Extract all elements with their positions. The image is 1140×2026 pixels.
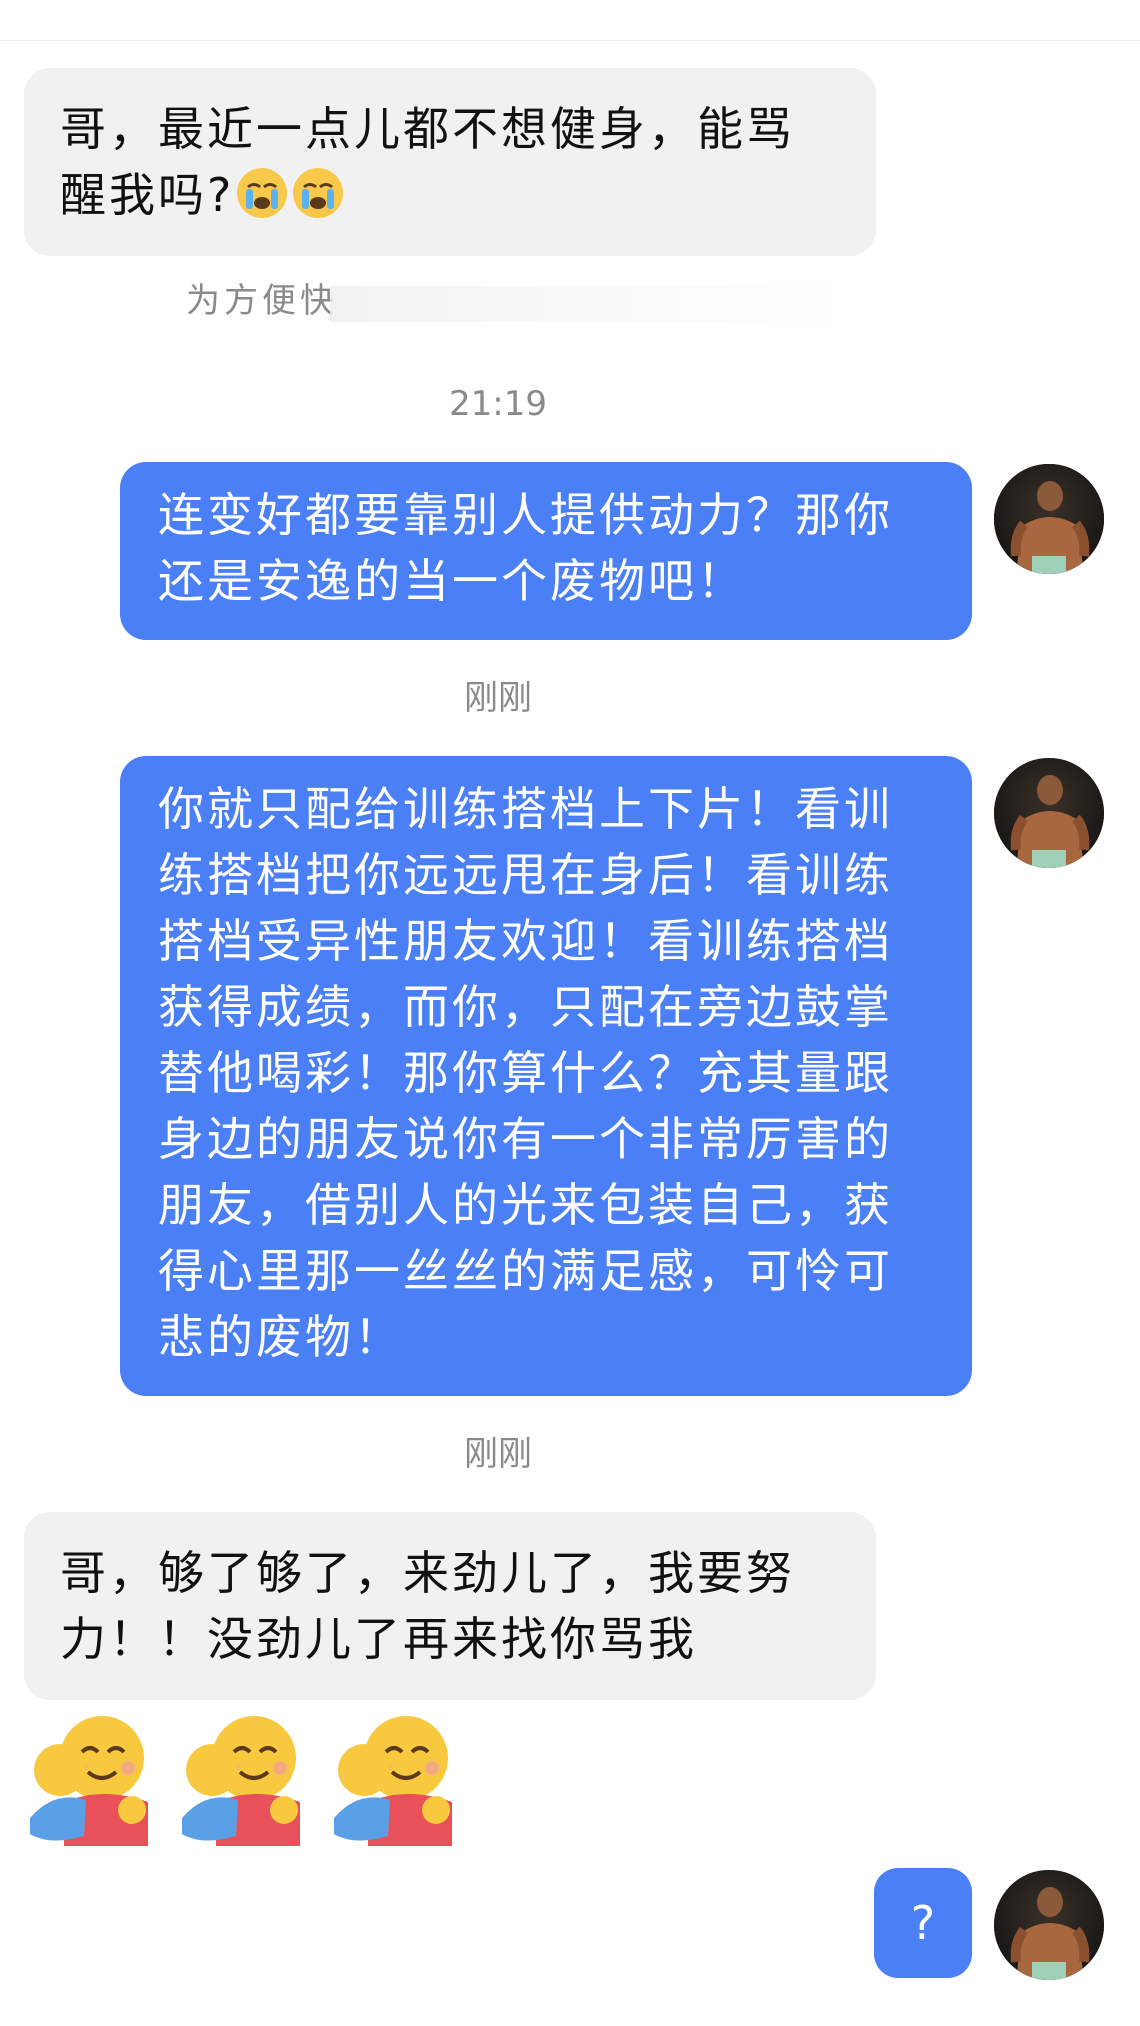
top-divider (0, 40, 1140, 41)
message-bubble-received[interactable]: 哥，够了够了，来劲儿了，我要努力！！没劲儿了再来找你骂我 (24, 1512, 876, 1700)
message-text: ? (910, 1896, 936, 1950)
message-bubble-received[interactable]: 哥，最近一点儿都不想健身，能骂醒我吗? (24, 68, 876, 256)
avatar[interactable] (994, 1870, 1104, 1980)
avatar[interactable] (994, 758, 1104, 868)
crying-face-icon (234, 165, 290, 221)
message-bubble-sent[interactable]: 连变好都要靠别人提供动力？那你还是安逸的当一个废物吧！ (120, 462, 972, 640)
hint-fade-overlay (330, 286, 850, 322)
hugging-face-icon (24, 1706, 164, 1846)
message-text: 连变好都要靠别人提供动力？那你还是安逸的当一个废物吧！ (158, 488, 893, 608)
hugging-face-icon (176, 1706, 316, 1846)
message-text: 你就只配给训练搭档上下片！看训练搭档把你远远甩在身后！看训练搭档受异性朋友欢迎！… (158, 782, 893, 1364)
timestamp: 刚刚 (464, 1434, 532, 1474)
system-hint: 为方便快 (186, 281, 338, 321)
avatar[interactable] (994, 464, 1104, 574)
message-bubble-sent[interactable]: 你就只配给训练搭档上下片！看训练搭档把你远远甩在身后！看训练搭档受异性朋友欢迎！… (120, 756, 972, 1396)
emoji-message[interactable] (24, 1706, 468, 1856)
timestamp: 21:19 (449, 384, 547, 424)
timestamp: 刚刚 (464, 678, 532, 718)
message-text: 哥，最近一点儿都不想健身，能骂醒我吗? (60, 102, 795, 222)
crying-face-icon (290, 165, 346, 221)
hugging-face-icon (328, 1706, 468, 1846)
message-text: 哥，够了够了，来劲儿了，我要努力！！没劲儿了再来找你骂我 (60, 1546, 795, 1666)
message-bubble-sent[interactable]: ? (874, 1868, 972, 1978)
